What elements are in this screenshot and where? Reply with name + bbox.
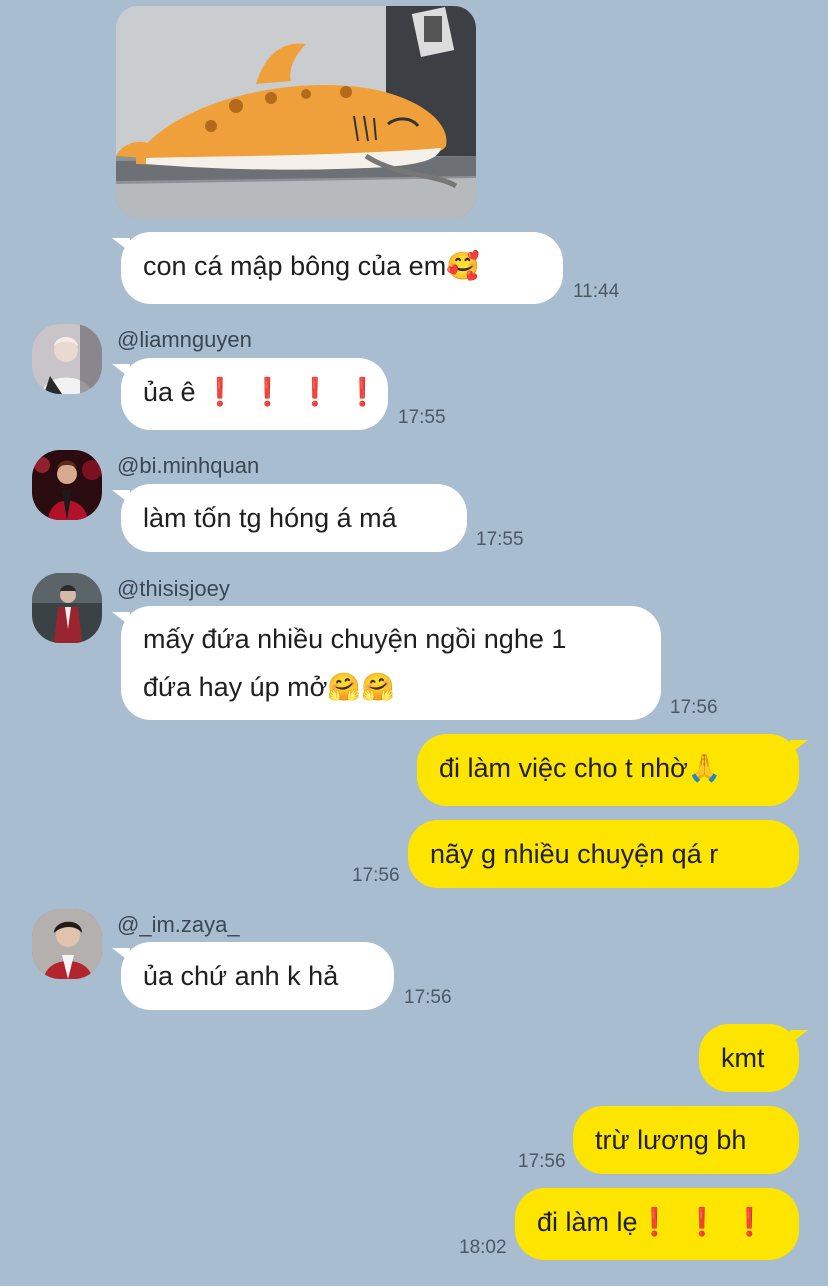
message-text: đi làm việc cho t nhờ xyxy=(439,753,688,783)
message-time: 18:02 xyxy=(459,1237,507,1258)
avatar-biminhquan-icon xyxy=(32,450,102,520)
sender-name: @_im.zaya_ xyxy=(117,912,240,937)
folded-hands-icon: 🙏 xyxy=(687,753,722,784)
message-text: ủa ê xyxy=(143,377,196,407)
message-text: nãy g nhiều chuyện qá r xyxy=(430,839,719,869)
message-text: ủa chứ anh k hả xyxy=(143,961,339,991)
exclamation-icons: ❗❗❗❗ xyxy=(203,377,394,407)
my-message-bubble[interactable]: đi làm lẹ❗❗❗ xyxy=(515,1188,799,1260)
sender-name: @liamnguyen xyxy=(117,327,252,352)
my-message-bubble[interactable]: nãy g nhiều chuyện qá r xyxy=(408,820,799,888)
avatar[interactable] xyxy=(32,450,102,520)
avatar-liamnguyen-icon xyxy=(32,324,102,394)
message-text: con cá mập bông của em xyxy=(143,251,447,281)
plush-shark-image xyxy=(116,6,476,218)
message-text: đi làm lẹ xyxy=(537,1207,638,1237)
message-text-line: đứa hay úp mở xyxy=(143,672,328,702)
sender-name: @bi.minhquan xyxy=(117,453,260,478)
message-time: 17:56 xyxy=(670,697,718,718)
chat-area[interactable]: con cá mập bông của em🥰 11:44 @liamnguye… xyxy=(0,0,828,1286)
sender-name: @thisisjoey xyxy=(117,576,230,601)
avatar[interactable] xyxy=(32,573,102,643)
my-message-bubble[interactable]: kmt xyxy=(699,1024,808,1092)
message-bubble[interactable]: làm tốn tg hóng á má xyxy=(112,484,467,552)
message-time: 17:56 xyxy=(518,1151,566,1172)
avatar-thisisjoey-icon xyxy=(32,573,102,643)
message-text: trừ lương bh xyxy=(595,1125,747,1155)
message-time: 11:44 xyxy=(573,281,620,302)
message-bubble[interactable]: mấy đứa nhiều chuyện ngồi nghe 1 đứa hay… xyxy=(112,606,661,720)
message-text: làm tốn tg hóng á má xyxy=(143,503,397,533)
message-bubble[interactable]: con cá mập bông của em🥰 xyxy=(112,232,563,304)
shark-plush-photo[interactable] xyxy=(116,6,476,218)
message-time: 17:55 xyxy=(398,407,446,428)
avatar-imzaya-icon xyxy=(32,909,102,979)
avatar[interactable] xyxy=(32,909,102,979)
message-text-line: mấy đứa nhiều chuyện ngồi nghe 1 xyxy=(143,624,567,654)
smiling-face-with-hearts-icon: 🥰 xyxy=(446,251,480,282)
hugging-face-icon: 🤗🤗 xyxy=(327,672,395,703)
message-bubble[interactable]: ủa chứ anh k hả xyxy=(112,942,394,1010)
my-message-bubble[interactable]: đi làm việc cho t nhờ🙏 xyxy=(417,734,808,806)
message-bubble[interactable]: ủa ê ❗❗❗❗ xyxy=(112,358,388,430)
avatar[interactable] xyxy=(32,324,102,394)
message-text: kmt xyxy=(721,1043,765,1073)
message-time: 17:56 xyxy=(352,865,400,886)
message-time: 17:56 xyxy=(404,987,452,1008)
message-time: 17:55 xyxy=(476,529,524,550)
my-message-bubble[interactable]: trừ lương bh xyxy=(573,1106,799,1174)
exclamation-icons: ❗❗❗ xyxy=(637,1207,781,1237)
